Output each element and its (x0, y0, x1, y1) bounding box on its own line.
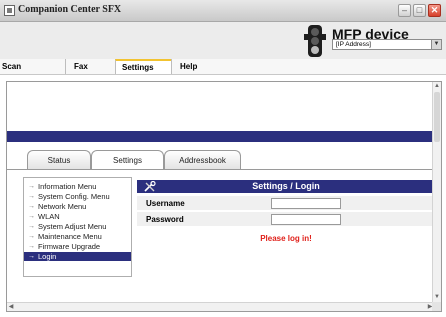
menu-item-settings[interactable]: Settings (115, 59, 171, 74)
username-label: Username (146, 199, 185, 208)
tab-settings[interactable]: Settings (91, 150, 164, 170)
menu-item-help[interactable]: Help (171, 59, 231, 74)
nav-item-information-menu[interactable]: Information Menu (24, 182, 131, 191)
login-message: Please log in! (260, 234, 312, 243)
app-icon (4, 5, 15, 16)
maximize-button[interactable]: □ (413, 4, 426, 17)
nav-item-maintenance-menu[interactable]: Maintenance Menu (24, 232, 131, 241)
close-button[interactable]: ✕ (428, 4, 441, 17)
ip-address-value: [IP Address] (336, 41, 371, 48)
main-menu: Scan Fax Settings Help (0, 59, 446, 74)
nav-item-network-menu[interactable]: Network Menu (24, 202, 131, 211)
menu-item-scan[interactable]: Scan (0, 59, 65, 74)
username-input[interactable] (271, 198, 341, 209)
vertical-scroll-thumb[interactable] (434, 92, 440, 142)
menu-item-fax[interactable]: Fax (65, 59, 115, 74)
traffic-light-lamp-bottom (311, 46, 319, 54)
scroll-left-icon[interactable]: ◀ (7, 303, 15, 311)
tab-divider (7, 169, 434, 170)
tab-addressbook[interactable]: Addressbook (164, 150, 241, 170)
header-band (7, 131, 434, 142)
chevron-down-icon[interactable]: ▼ (431, 40, 441, 49)
menu-divider (0, 74, 446, 75)
traffic-light-lamp-middle (311, 37, 319, 45)
scrollbar-corner (432, 302, 441, 311)
nav-item-login[interactable]: Login (24, 252, 131, 261)
nav-item-wlan[interactable]: WLAN (24, 212, 131, 221)
scroll-up-icon[interactable]: ▲ (433, 82, 441, 91)
vertical-scrollbar[interactable]: ▲ ▼ (432, 82, 441, 302)
ip-address-select[interactable]: [IP Address] ▼ (332, 39, 442, 50)
horizontal-scrollbar[interactable]: ◀ ▶ (7, 302, 434, 311)
content-frame: Status Settings Addressbook Information … (6, 81, 442, 312)
traffic-light-lamp-top (311, 28, 319, 36)
panel-title: Settings / Login (252, 181, 320, 191)
window-title: Companion Center SFX (18, 4, 122, 15)
scroll-down-icon[interactable]: ▼ (433, 293, 441, 302)
window-titlebar: Companion Center SFX – □ ✕ (0, 0, 446, 22)
settings-nav: Information Menu System Config. Menu Net… (23, 177, 132, 277)
nav-item-firmware-upgrade[interactable]: Firmware Upgrade (24, 242, 131, 251)
nav-item-system-adjust-menu[interactable]: System Adjust Menu (24, 222, 131, 231)
tab-status[interactable]: Status (27, 150, 91, 170)
traffic-light-icon (304, 25, 326, 57)
settings-login-header: Settings / Login (137, 180, 435, 193)
nav-item-system-config-menu[interactable]: System Config. Menu (24, 192, 131, 201)
password-label: Password (146, 215, 184, 224)
tools-icon (144, 181, 156, 192)
password-row: Password (137, 212, 435, 227)
password-input[interactable] (271, 214, 341, 225)
minimize-button[interactable]: – (398, 4, 411, 17)
username-row: Username (137, 196, 435, 211)
app-header: MFP device [IP Address] ▼ (0, 22, 446, 59)
